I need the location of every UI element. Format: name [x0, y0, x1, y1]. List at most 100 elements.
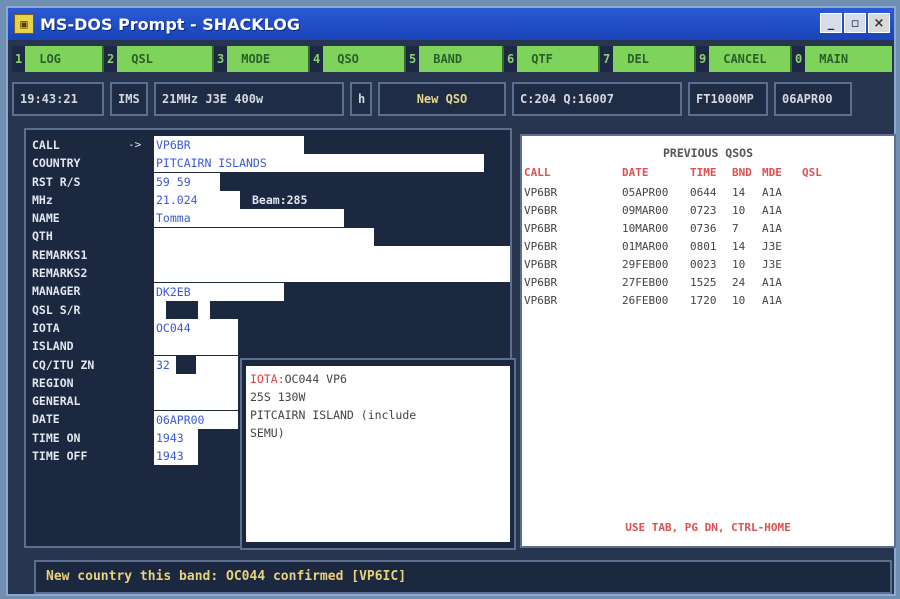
- qsl-r-field[interactable]: [198, 301, 210, 319]
- region-field[interactable]: [154, 374, 238, 392]
- cell-mde: J3E: [762, 258, 782, 271]
- label-qth: QTH: [32, 229, 53, 244]
- fkey-label: QSL: [131, 52, 153, 66]
- cell-call: VP6BR: [524, 276, 558, 289]
- iota-field[interactable]: OC044: [154, 319, 238, 337]
- fkey-band[interactable]: 5 BAND: [406, 46, 504, 72]
- table-row[interactable]: VP6BR 05APR00 0644 14 A1A: [522, 186, 802, 199]
- cell-bnd: 7: [732, 222, 739, 235]
- fkey-qtf[interactable]: 6 QTF: [504, 46, 600, 72]
- cell-mde: A1A: [762, 186, 782, 199]
- cell-mde: A1A: [762, 204, 782, 217]
- label-time-on: TIME ON: [32, 430, 81, 445]
- fkey-label: BAND: [433, 52, 463, 66]
- fkey-cancel[interactable]: 9 CANCEL: [696, 46, 792, 72]
- msdos-app-icon[interactable]: ▣: [14, 14, 34, 34]
- cell-bnd: 10: [732, 294, 746, 307]
- cell-call: VP6BR: [524, 294, 558, 307]
- fkey-mode[interactable]: 3 MODE: [214, 46, 310, 72]
- minimize-button[interactable]: _: [820, 13, 842, 33]
- count-display: C:204 Q:16007: [512, 82, 682, 116]
- col-mde: MDE: [762, 166, 782, 179]
- fkey-label: MODE: [241, 52, 271, 66]
- cell-mde: A1A: [762, 276, 782, 289]
- dos-window: ▣ MS-DOS Prompt - SHACKLOG _ ▫ × 1 LOG 2Q…: [6, 6, 896, 596]
- mhz-field[interactable]: 21.024: [154, 191, 240, 209]
- iota-ref: OC044 VP6: [284, 372, 347, 386]
- iota-island-continued: SEMU): [250, 426, 285, 440]
- iota-info-content: IOTA:OC044 VP6 25S 130W PITCAIRN ISLAND …: [246, 366, 510, 542]
- restore-button[interactable]: ▫: [844, 13, 866, 33]
- previous-qsos-title: PREVIOUS QSOS: [662, 146, 753, 160]
- qsl-cursor-block: [166, 301, 198, 319]
- cell-time: 0023: [690, 258, 717, 271]
- cell-date: 01MAR00: [622, 240, 669, 253]
- cell-mde: A1A: [762, 222, 782, 235]
- call-field[interactable]: VP6BR: [154, 136, 304, 154]
- close-button[interactable]: ×: [868, 13, 890, 33]
- fkey-log[interactable]: 1 LOG: [12, 46, 104, 72]
- fkey-del[interactable]: 7 DEL: [600, 46, 696, 72]
- table-row[interactable]: VP6BR 26FEB00 1720 10 A1A: [522, 294, 802, 307]
- fkey-label: QTF: [531, 52, 553, 66]
- time-off-field[interactable]: 1943: [154, 447, 198, 465]
- table-row[interactable]: VP6BR 27FEB00 1525 24 A1A: [522, 276, 802, 289]
- label-cq-itu: CQ/ITU ZN: [32, 357, 95, 372]
- cell-call: VP6BR: [524, 240, 558, 253]
- field-labels: CALL COUNTRY RST R/S MHz NAME QTH REMARK…: [32, 136, 94, 465]
- cell-time: 0801: [690, 240, 717, 253]
- remarks1-field[interactable]: [154, 246, 510, 264]
- cell-time: 1720: [690, 294, 717, 307]
- status-message: New country this band: OC044 confirmed […: [34, 560, 892, 594]
- status-row: 19:43:21 IMS 21MHz J3E 400w h New QSO C:…: [12, 82, 892, 116]
- fkey-qsl[interactable]: 2 QSL: [104, 46, 214, 72]
- fkey-main[interactable]: 0 MAIN: [792, 46, 892, 72]
- cell-date: 26FEB00: [622, 294, 669, 307]
- cell-time: 0723: [690, 204, 717, 217]
- rst-field[interactable]: 59 59: [154, 173, 220, 191]
- cq-itu-field[interactable]: 32 63: [154, 356, 238, 374]
- iota-prefix: IOTA:: [250, 372, 285, 386]
- island-field[interactable]: [154, 337, 238, 355]
- fkey-label: QSO: [337, 52, 359, 66]
- title-bar[interactable]: ▣ MS-DOS Prompt - SHACKLOG _ ▫ ×: [8, 8, 894, 40]
- beam-heading: Beam:285: [252, 193, 308, 207]
- table-row[interactable]: VP6BR 10MAR00 0736 7 A1A: [522, 222, 802, 235]
- table-row[interactable]: VP6BR 29FEB00 0023 10 J3E: [522, 258, 802, 271]
- fkey-number: 4: [310, 46, 324, 72]
- fkey-number: 7: [600, 46, 614, 72]
- iota-coords: 25S 130W: [250, 390, 306, 404]
- manager-field[interactable]: DK2EB: [154, 283, 284, 301]
- new-qso-indicator: New QSO: [378, 82, 506, 116]
- qth-field[interactable]: [154, 228, 374, 246]
- band-info: 21MHz J3E 400w: [154, 82, 344, 116]
- qsl-s-field[interactable]: [154, 301, 166, 319]
- cell-bnd: 14: [732, 240, 746, 253]
- cell-mde: J3E: [762, 240, 782, 253]
- fkey-number: 0: [792, 46, 806, 72]
- cell-date: 29FEB00: [622, 258, 669, 271]
- window-title: MS-DOS Prompt - SHACKLOG: [40, 14, 301, 34]
- time-on-field[interactable]: 1943: [154, 429, 198, 447]
- cell-bnd: 10: [732, 258, 746, 271]
- fkey-label: DEL: [627, 52, 649, 66]
- label-remarks2: REMARKS2: [32, 266, 88, 281]
- table-row[interactable]: VP6BR 09MAR00 0723 10 A1A: [522, 204, 802, 217]
- h-indicator: h: [350, 82, 372, 116]
- remarks2-field[interactable]: [154, 264, 510, 282]
- label-country: COUNTRY: [32, 156, 81, 171]
- cell-date: 27FEB00: [622, 276, 669, 289]
- general-field[interactable]: [154, 392, 238, 410]
- country-field[interactable]: PITCAIRN ISLANDS: [154, 154, 484, 172]
- cell-time: 0736: [690, 222, 717, 235]
- fkey-label: LOG: [39, 52, 61, 66]
- col-bnd: BND: [732, 166, 752, 179]
- label-qsl-sr: QSL S/R: [32, 302, 81, 317]
- fkey-qso[interactable]: 4 QSO: [310, 46, 406, 72]
- date-field[interactable]: 06APR00: [154, 411, 238, 429]
- fkey-number: 6: [504, 46, 518, 72]
- table-row[interactable]: VP6BR 01MAR00 0801 14 J3E: [522, 240, 802, 253]
- name-field[interactable]: Tomma: [154, 209, 344, 227]
- date-display: 06APR00: [774, 82, 852, 116]
- clock-display: 19:43:21: [12, 82, 104, 116]
